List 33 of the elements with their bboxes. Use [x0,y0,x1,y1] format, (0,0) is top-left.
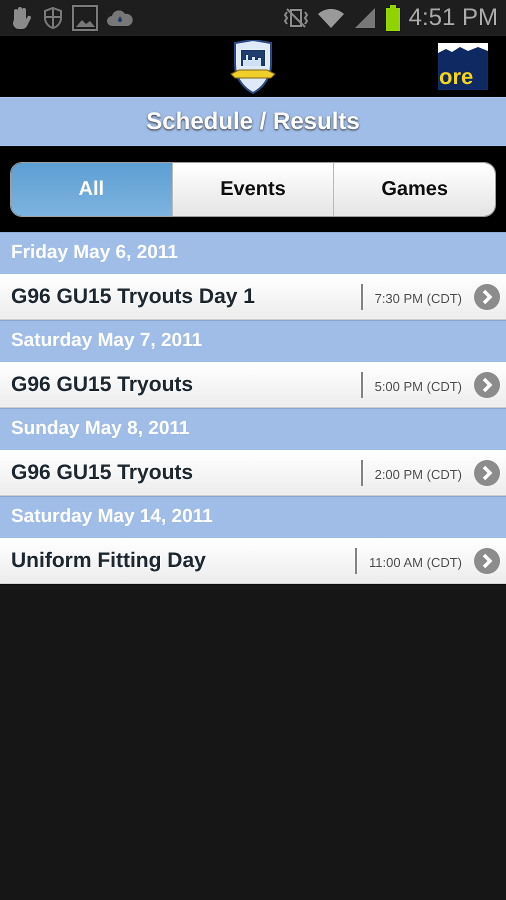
filter-tab[interactable]: Events [172,162,334,216]
date-text: Sunday May 8, 2011 [11,417,190,442]
battery-icon [384,5,401,31]
event-time: 2:00 PM (CDT) [374,466,462,484]
filter-tab[interactable]: Games [333,162,495,216]
event-name: G96 GU15 Tryouts Day 1 [11,284,256,310]
wifi-icon [316,7,345,29]
event-time: 5:00 PM (CDT) [374,378,462,396]
event-time: 11:00 AM (CDT) [369,554,462,572]
event-row[interactable]: G96 GU15 Tryouts 5:00 PM (CDT) [0,362,506,408]
event-row[interactable]: G96 GU15 Tryouts Day 1 7:30 PM (CDT) [0,274,506,320]
chevron-icon [474,548,500,574]
event-name: Uniform Fitting Day [11,548,207,574]
club-crest-icon [229,40,277,94]
chevron-icon [474,460,500,486]
signal-icon [352,7,377,29]
event-name: G96 GU15 Tryouts [11,460,194,486]
vibrate-icon [282,7,309,29]
chevron-icon [474,284,500,310]
image-icon [72,5,98,31]
event-name: G96 GU15 Tryouts [11,372,194,398]
date-text: Saturday May 14, 2011 [11,505,213,530]
page-title: Schedule / Results [146,106,360,136]
sponsor-logo-text: ore [438,66,474,88]
clock-time: 4:51 PM [408,6,498,30]
event-row[interactable]: Uniform Fitting Day 11:00 AM (CDT) [0,538,506,584]
chevron-icon [474,372,500,398]
date-text: Saturday May 7, 2011 [11,329,202,354]
event-row[interactable]: G96 GU15 Tryouts 2:00 PM (CDT) [0,450,506,496]
event-time: 7:30 PM (CDT) [374,290,462,308]
shield-icon [42,6,64,30]
date-text: Friday May 6, 2011 [11,241,178,266]
cloud-icon [106,8,134,28]
